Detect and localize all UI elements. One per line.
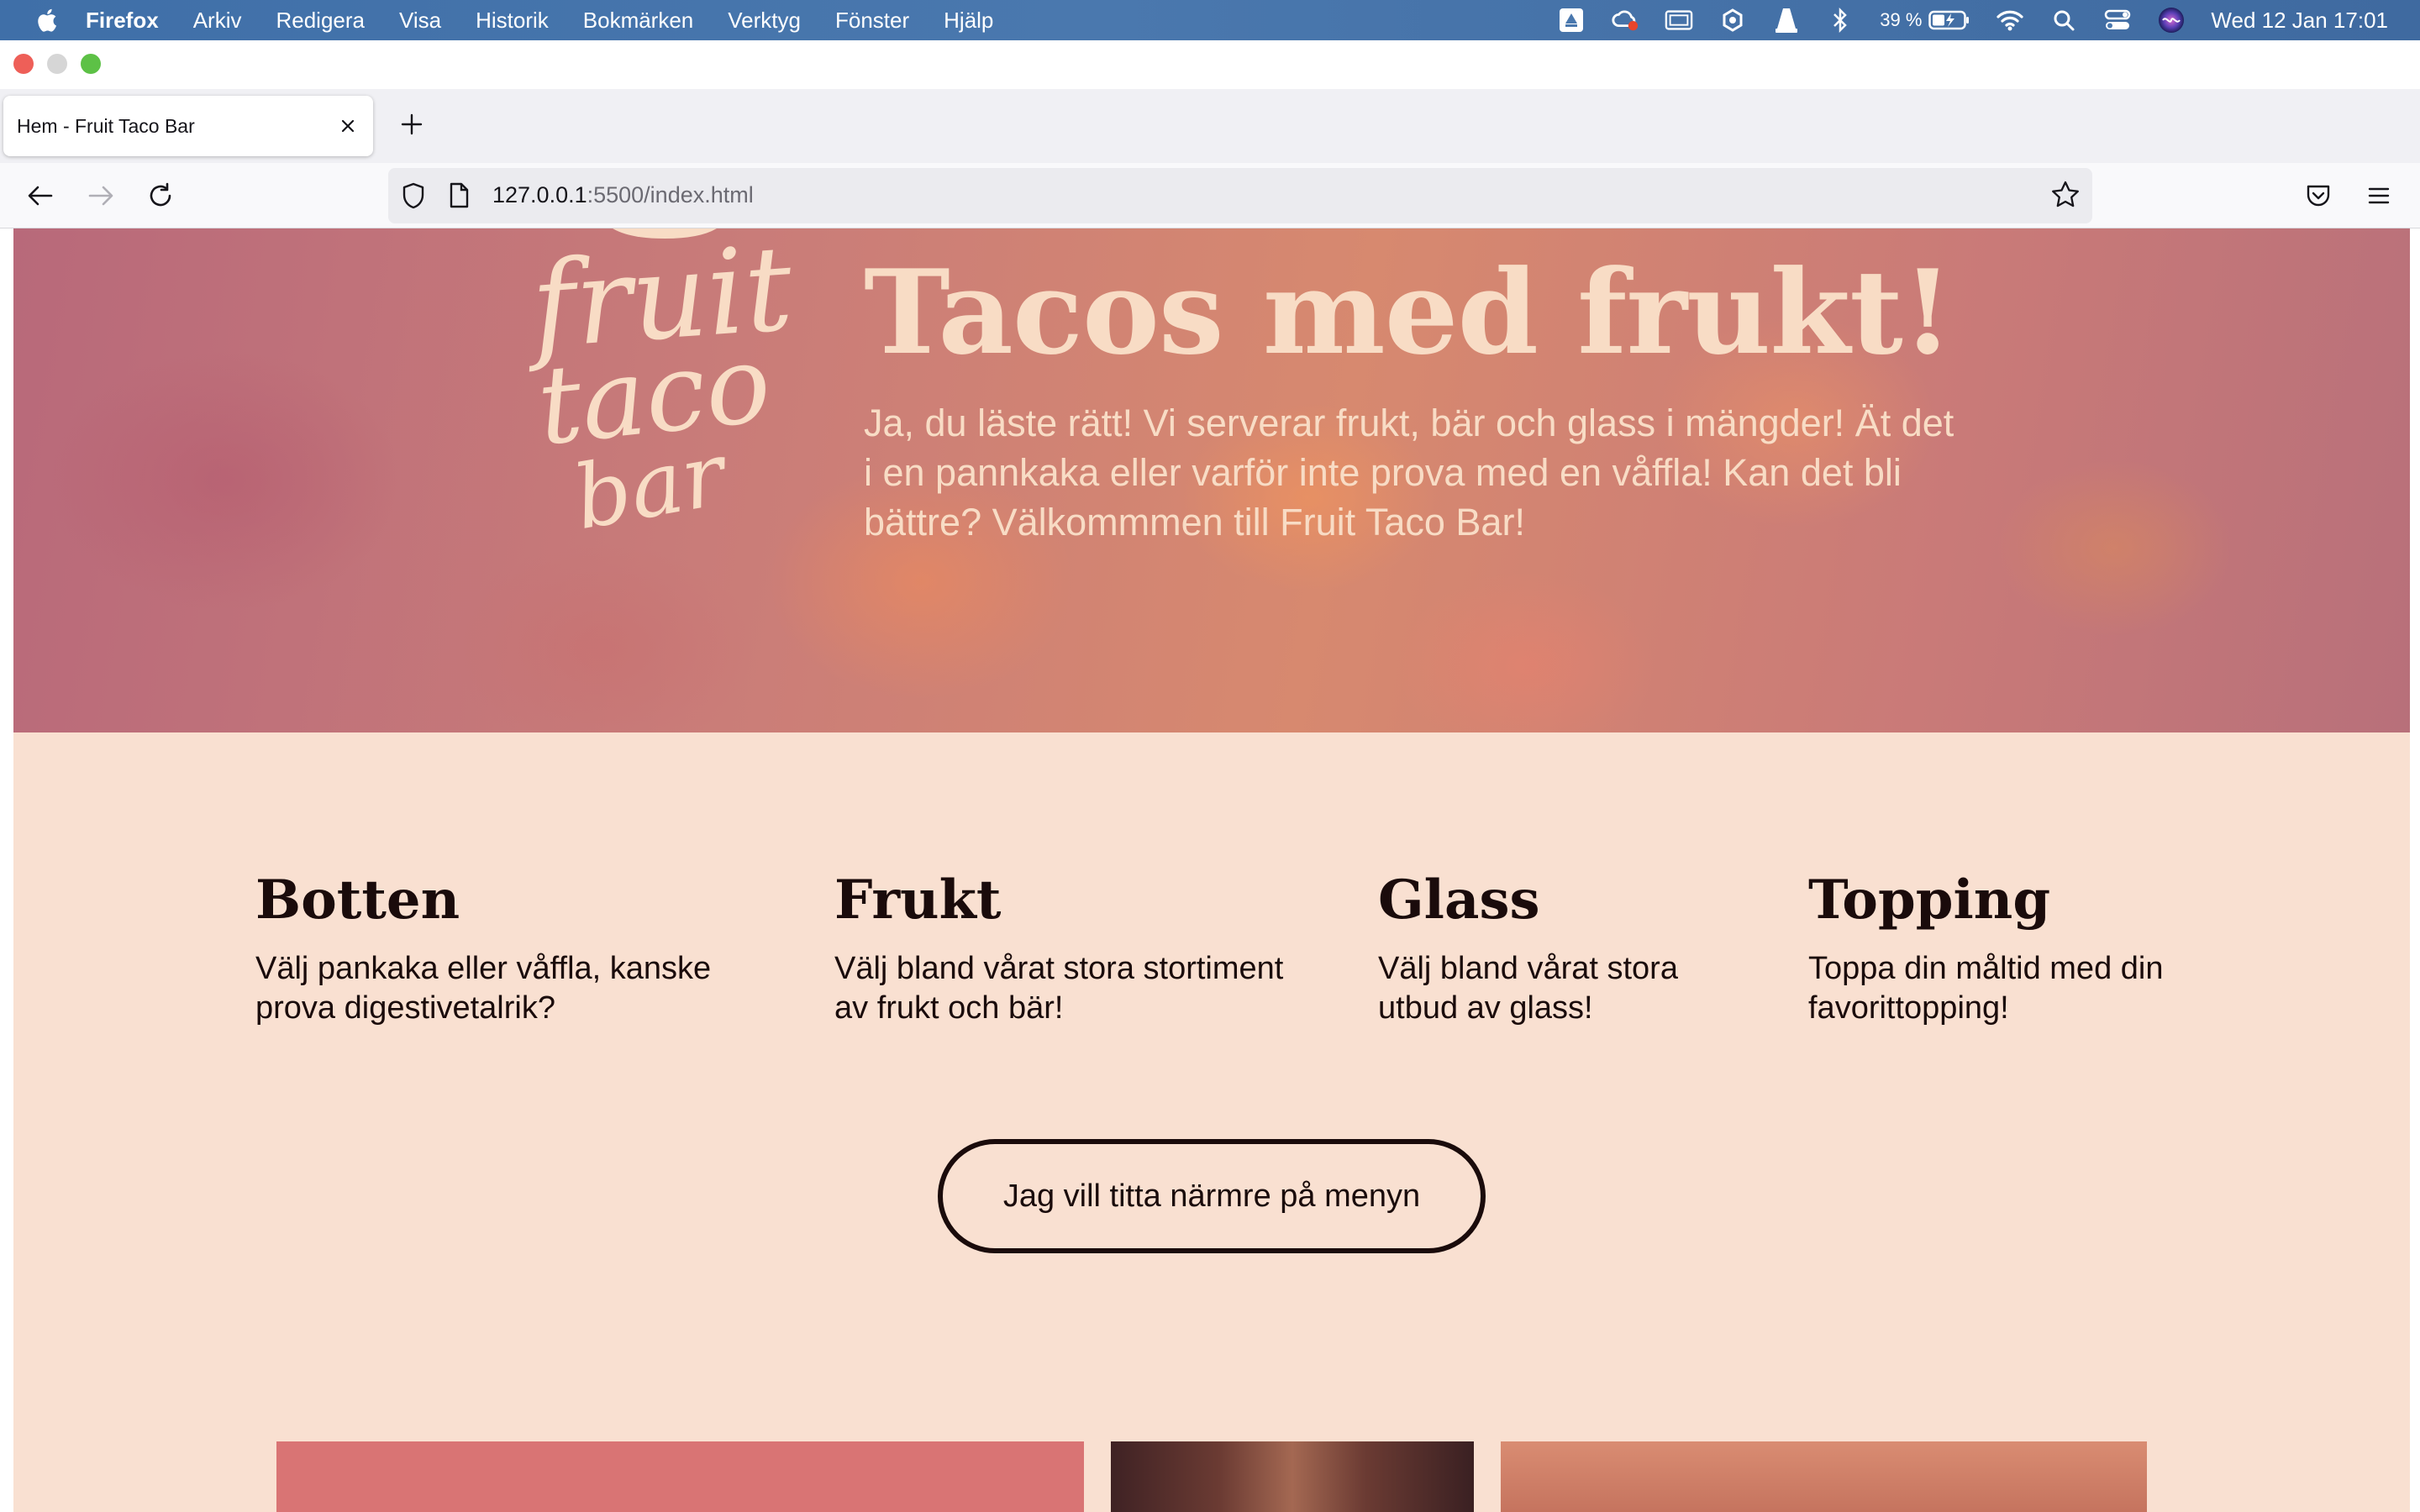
menu-historik[interactable]: Historik (476, 8, 549, 34)
hero-title: Tacos med frukt! (864, 244, 1953, 381)
window-minimize-button[interactable] (47, 54, 67, 74)
tab-title: Hem - Fruit Taco Bar (17, 114, 195, 137)
menu-app-name[interactable]: Firefox (86, 8, 159, 34)
menu-redigera[interactable]: Redigera (276, 8, 365, 34)
view-menu-button[interactable]: Jag vill titta närmre på menyn (938, 1139, 1486, 1253)
backup-icon[interactable] (1718, 6, 1747, 34)
browser-tab[interactable]: Hem - Fruit Taco Bar (3, 96, 373, 156)
control-center-icon[interactable] (2103, 6, 2132, 34)
url-text[interactable]: 127.0.0.1:5500/index.html (492, 182, 754, 208)
feature-text: Välj pankaka eller våffla, kanske prova … (255, 951, 712, 1026)
window-maximize-button[interactable] (81, 54, 101, 74)
wifi-icon[interactable] (1996, 6, 2024, 34)
macos-menubar: Firefox Arkiv Redigera Visa Historik Bok… (0, 0, 2420, 40)
feature-botten: Botten Välj pankaka eller våffla, kanske… (255, 867, 743, 1028)
fruit-taco-bar-logo[interactable]: fruit taco bar (505, 228, 824, 548)
pocket-icon[interactable] (2301, 178, 2336, 213)
google-drive-icon[interactable] (1557, 6, 1586, 34)
hero-section: fruit taco bar Tacos med frukt! Ja, du l… (13, 228, 2410, 732)
feature-text: Välj bland vårat stora utbud av glass! (1378, 951, 1678, 1026)
reload-icon[interactable] (143, 178, 178, 213)
hero-description: Ja, du läste rätt! Vi serverar frukt, bä… (864, 402, 1954, 543)
forward-arrow-icon[interactable] (83, 178, 118, 213)
window-close-button[interactable] (13, 54, 34, 74)
menu-visa[interactable]: Visa (399, 8, 441, 34)
creative-cloud-icon[interactable] (1611, 6, 1639, 34)
feature-text: Välj bland vårat stora stortiment av fru… (834, 951, 1284, 1026)
siri-icon[interactable] (2157, 6, 2186, 34)
web-page: fruit taco bar Tacos med frukt! Ja, du l… (13, 228, 2410, 1512)
menu-hjalp[interactable]: Hjälp (944, 8, 993, 34)
gallery-image-1 (276, 1441, 1084, 1512)
hamburger-menu-icon[interactable] (2361, 178, 2396, 213)
bluetooth-icon[interactable] (1826, 6, 1854, 34)
vlc-icon[interactable] (1772, 6, 1801, 34)
tracking-shield-icon[interactable] (400, 181, 427, 214)
feature-title: Topping (1808, 869, 2051, 932)
feature-title: Botten (255, 869, 460, 932)
feature-title: Glass (1378, 869, 1540, 932)
menu-bokmarken[interactable]: Bokmärken (583, 8, 694, 34)
page-info-icon[interactable] (447, 181, 471, 214)
nav-toolbar: 127.0.0.1:5500/index.html (0, 163, 2420, 228)
url-host: 127.0.0.1 (492, 182, 587, 207)
window-titlebar (0, 40, 2420, 89)
menubar-clock[interactable]: Wed 12 Jan 17:01 (2211, 8, 2388, 34)
battery-icon[interactable] (1928, 6, 1970, 34)
feature-topping: Topping Toppa din måltid med din favorit… (1808, 867, 2195, 1028)
battery-percent: 39 % (1880, 9, 1923, 30)
display-icon[interactable] (1665, 6, 1693, 34)
apple-icon[interactable] (35, 8, 57, 33)
menu-fonster[interactable]: Fönster (835, 8, 909, 34)
url-bar[interactable]: 127.0.0.1:5500/index.html (388, 168, 2092, 223)
back-arrow-icon[interactable] (23, 178, 58, 213)
feature-title: Frukt (834, 869, 1002, 932)
new-tab-icon[interactable] (395, 108, 429, 141)
menu-verktyg[interactable]: Verktyg (728, 8, 801, 34)
feature-frukt: Frukt Välj bland vårat stora stortiment … (834, 867, 1288, 1028)
url-path: :5500/index.html (587, 182, 754, 207)
feature-text: Toppa din måltid med din favorittopping! (1808, 951, 2164, 1026)
spotlight-icon[interactable] (2049, 6, 2078, 34)
menu-arkiv[interactable]: Arkiv (193, 8, 242, 34)
gallery-image-3 (1501, 1441, 2147, 1512)
tab-close-icon[interactable] (336, 114, 360, 138)
bookmark-star-icon[interactable] (2050, 180, 2081, 214)
gallery-image-2 (1111, 1441, 1474, 1512)
tab-strip: Hem - Fruit Taco Bar (0, 89, 2420, 163)
feature-glass: Glass Välj bland vårat stora utbud av gl… (1378, 867, 1731, 1028)
